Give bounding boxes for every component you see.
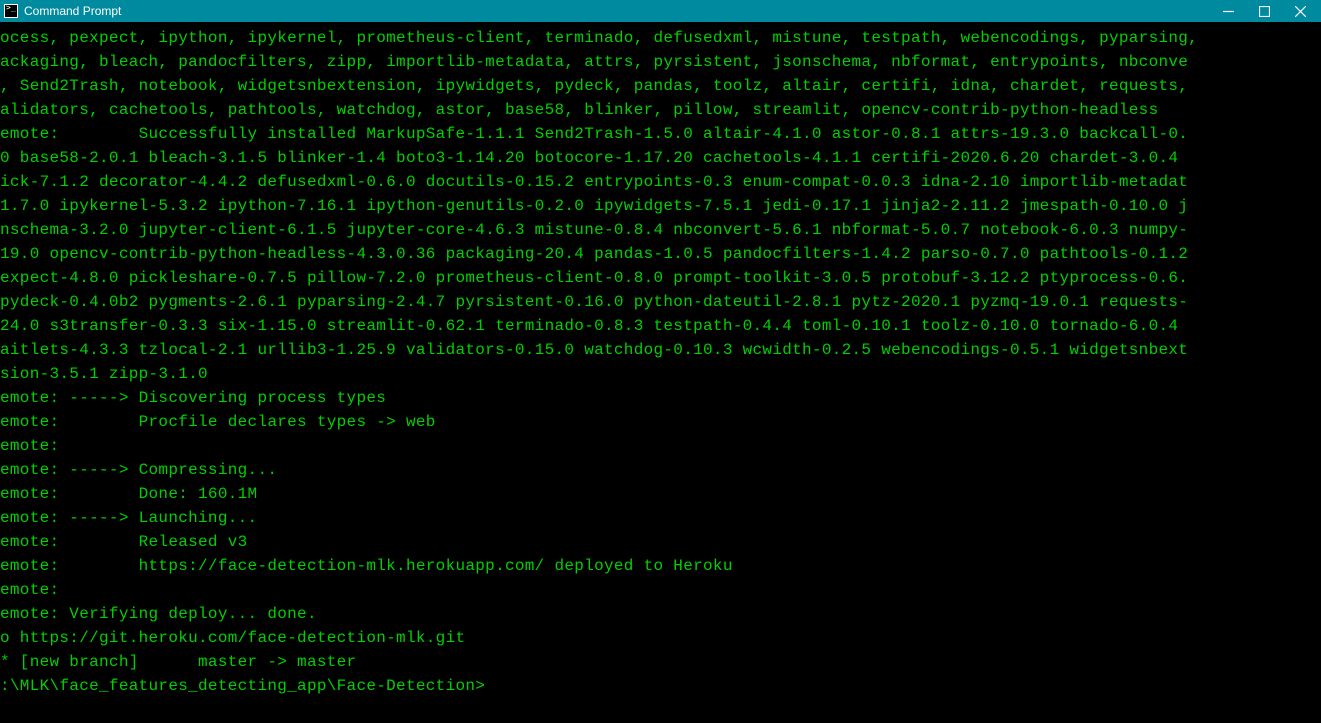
- terminal-line: expect-4.8.0 pickleshare-0.7.5 pillow-7.…: [0, 266, 1321, 290]
- terminal-line: 24.0 s3transfer-0.3.3 six-1.15.0 streaml…: [0, 314, 1321, 338]
- terminal-line: emote:: [0, 578, 1321, 602]
- terminal-line: pydeck-0.4.0b2 pygments-2.6.1 pyparsing-…: [0, 290, 1321, 314]
- close-button[interactable]: [1291, 2, 1309, 20]
- terminal-line: 19.0 opencv-contrib-python-headless-4.3.…: [0, 242, 1321, 266]
- terminal-line: o https://git.heroku.com/face-detection-…: [0, 626, 1321, 650]
- terminal-line: aitlets-4.3.3 tzlocal-2.1 urllib3-1.25.9…: [0, 338, 1321, 362]
- maximize-button[interactable]: [1255, 2, 1273, 20]
- terminal-line: :\MLK\face_features_detecting_app\Face-D…: [0, 674, 1321, 698]
- terminal-line: emote: https://face-detection-mlk.heroku…: [0, 554, 1321, 578]
- window-titlebar: Command Prompt: [0, 0, 1321, 22]
- terminal-line: emote: Successfully installed MarkupSafe…: [0, 122, 1321, 146]
- terminal-line: ackaging, bleach, pandocfilters, zipp, i…: [0, 50, 1321, 74]
- terminal-line: sion-3.5.1 zipp-3.1.0: [0, 362, 1321, 386]
- terminal-line: nschema-3.2.0 jupyter-client-6.1.5 jupyt…: [0, 218, 1321, 242]
- terminal-line: , Send2Trash, notebook, widgetsnbextensi…: [0, 74, 1321, 98]
- terminal-line: 0 base58-2.0.1 bleach-3.1.5 blinker-1.4 …: [0, 146, 1321, 170]
- terminal-line: 1.7.0 ipykernel-5.3.2 ipython-7.16.1 ipy…: [0, 194, 1321, 218]
- window-controls: [1219, 2, 1319, 20]
- terminal-line: emote: -----> Discovering process types: [0, 386, 1321, 410]
- window-title: Command Prompt: [24, 4, 121, 18]
- terminal-line: emote: -----> Compressing...: [0, 458, 1321, 482]
- terminal-line: emote: Released v3: [0, 530, 1321, 554]
- terminal-line: emote: -----> Launching...: [0, 506, 1321, 530]
- terminal-line: emote: Done: 160.1M: [0, 482, 1321, 506]
- cmd-icon: [4, 4, 18, 18]
- terminal-line: ocess, pexpect, ipython, ipykernel, prom…: [0, 26, 1321, 50]
- titlebar-left: Command Prompt: [4, 4, 121, 18]
- terminal-line: emote:: [0, 434, 1321, 458]
- terminal-line: ick-7.1.2 decorator-4.4.2 defusedxml-0.6…: [0, 170, 1321, 194]
- terminal-line: emote: Verifying deploy... done.: [0, 602, 1321, 626]
- terminal-line: alidators, cachetools, pathtools, watchd…: [0, 98, 1321, 122]
- terminal-line: * [new branch] master -> master: [0, 650, 1321, 674]
- minimize-button[interactable]: [1219, 2, 1237, 20]
- terminal-output[interactable]: ocess, pexpect, ipython, ipykernel, prom…: [0, 22, 1321, 698]
- terminal-line: emote: Procfile declares types -> web: [0, 410, 1321, 434]
